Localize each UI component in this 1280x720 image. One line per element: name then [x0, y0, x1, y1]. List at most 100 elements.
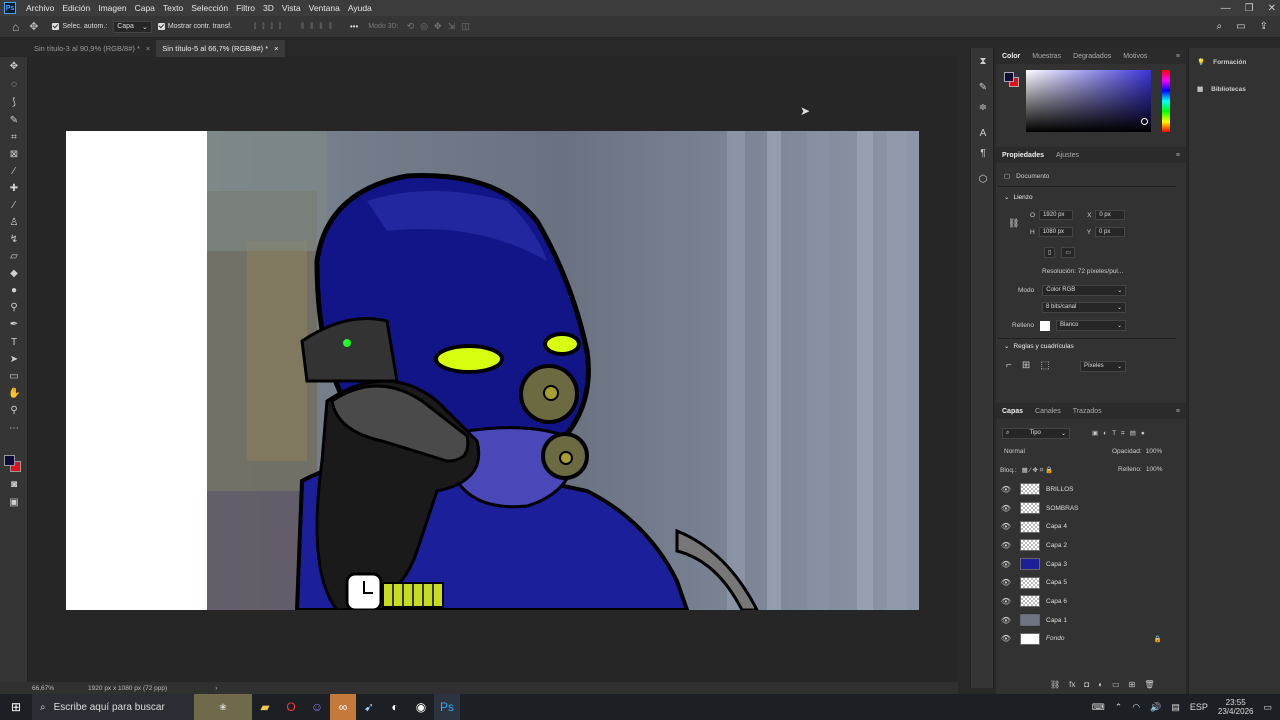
- eye-icon[interactable]: 👁: [996, 616, 1016, 625]
- volume-icon[interactable]: 🔊: [1150, 702, 1161, 713]
- eye-icon[interactable]: 👁: [996, 522, 1016, 531]
- lock-icons[interactable]: ▦ ∕ ✥ ⌗ 🔒: [1022, 466, 1054, 475]
- 3d-icon[interactable]: ⬡: [977, 174, 989, 186]
- paragraph-icon[interactable]: ¶: [977, 148, 989, 160]
- character-icon[interactable]: A: [977, 128, 989, 140]
- menu-ventana[interactable]: Ventana: [305, 3, 344, 13]
- browser-icon[interactable]: ◉: [408, 694, 434, 720]
- lasso-icon[interactable]: ◌: [8, 79, 20, 91]
- photoshop-taskbar-icon[interactable]: Ps: [434, 694, 460, 720]
- group-icon[interactable]: ▭: [1112, 680, 1120, 689]
- workspace-icon[interactable]: ▭: [1236, 21, 1245, 32]
- tab-degradados[interactable]: Degradados: [1067, 53, 1117, 60]
- layer-row[interactable]: 👁 Capa 6: [996, 592, 1176, 611]
- menu-capa[interactable]: Capa: [131, 3, 159, 13]
- show-transform-checkbox[interactable]: [157, 23, 165, 30]
- y-input[interactable]: 0 px: [1095, 227, 1126, 237]
- close-tab-icon[interactable]: ×: [274, 44, 278, 53]
- discord-icon[interactable]: ☺: [304, 694, 330, 720]
- link-layers-icon[interactable]: ⛓: [1050, 680, 1060, 689]
- menu-3d[interactable]: 3D: [259, 3, 278, 13]
- frame-icon[interactable]: ⊠: [8, 149, 20, 161]
- windows-start-icon[interactable]: ⊞: [0, 694, 32, 720]
- move-icon[interactable]: ✥: [8, 61, 20, 73]
- network-icon[interactable]: ▤: [1171, 702, 1180, 713]
- eraser-icon[interactable]: ▱: [8, 251, 20, 263]
- menu-filtro[interactable]: Filtro: [232, 3, 259, 13]
- mode-dropdown[interactable]: Color RGB ⌄: [1042, 285, 1127, 296]
- foreground-color-swatch[interactable]: [4, 455, 15, 466]
- move-tool-icon[interactable]: ✥: [29, 20, 38, 33]
- tab-muestras[interactable]: Muestras: [1026, 53, 1067, 60]
- layer-row[interactable]: 👁 Capa 2: [996, 536, 1176, 555]
- panel-menu-icon[interactable]: ≡: [1170, 152, 1186, 159]
- trash-icon[interactable]: 🗑: [1144, 680, 1154, 689]
- adjustments-icon[interactable]: ≑: [977, 102, 989, 114]
- mask-icon[interactable]: ◘: [1084, 680, 1089, 689]
- layer-filter-icons[interactable]: ▣◐T⌗▤●: [1092, 429, 1150, 438]
- tab-color[interactable]: Color: [996, 53, 1026, 60]
- adjustment-layer-icon[interactable]: ◐: [1098, 680, 1103, 689]
- canvas-artwork[interactable]: [207, 131, 919, 610]
- layer-select-dropdown[interactable]: Capa ⌄: [113, 20, 152, 33]
- hand-icon[interactable]: ✋: [8, 388, 20, 400]
- auto-select-checkbox[interactable]: [52, 23, 60, 30]
- tab-motivos[interactable]: Motivos: [1117, 53, 1153, 60]
- panel-menu-icon[interactable]: ≡: [1170, 408, 1186, 415]
- bibliotecas-item[interactable]: ▦ Bibliotecas: [1197, 85, 1246, 94]
- share-icon[interactable]: ⇪: [1260, 21, 1268, 32]
- history-icon[interactable]: ⧗: [977, 56, 989, 68]
- tray-chevron-icon[interactable]: ⌃: [1115, 702, 1123, 713]
- epic-icon[interactable]: ◐: [382, 694, 408, 720]
- more-tools-icon[interactable]: ⋯: [8, 423, 20, 435]
- units-dropdown[interactable]: Píxeles ⌄: [1080, 361, 1126, 372]
- dodge-icon[interactable]: ⚲: [8, 302, 20, 314]
- height-input[interactable]: 1080 px: [1038, 227, 1073, 237]
- eyedropper-icon[interactable]: ⁄: [8, 166, 20, 178]
- layer-row[interactable]: 👁 BRILLOS: [996, 480, 1176, 499]
- fill-dropdown[interactable]: Blanco ⌄: [1056, 320, 1127, 331]
- keyboard-icon[interactable]: ⌨: [1092, 702, 1105, 713]
- guides-icon[interactable]: ⬚: [1040, 360, 1049, 371]
- width-input[interactable]: 1920 px: [1039, 210, 1074, 220]
- menu-seleccion[interactable]: Selección: [187, 3, 232, 13]
- close-tab-icon[interactable]: ×: [146, 44, 150, 53]
- layer-row[interactable]: 👁 Capa 4: [996, 517, 1176, 536]
- layer-row[interactable]: 👁 Capa 1: [996, 611, 1176, 630]
- taskbar-search[interactable]: ⌕ Escribe aquí para buscar: [32, 694, 194, 720]
- color-picker-handle[interactable]: [1141, 118, 1148, 125]
- layer-row[interactable]: 👁 Capa 3: [996, 555, 1176, 574]
- tab-propiedades[interactable]: Propiedades: [996, 152, 1050, 159]
- fx-icon[interactable]: fx: [1069, 680, 1075, 689]
- rectangle-icon[interactable]: ▭: [8, 371, 20, 383]
- app-icon[interactable]: ∞: [330, 694, 356, 720]
- blend-mode-dropdown[interactable]: Normal: [1004, 448, 1025, 455]
- new-layer-icon[interactable]: ⊞: [1129, 680, 1136, 689]
- type-icon[interactable]: T: [8, 337, 20, 349]
- menu-edicion[interactable]: Edición: [58, 3, 94, 13]
- quick-select-icon[interactable]: ✎: [8, 115, 20, 127]
- ruler-icon[interactable]: ⌐: [1006, 360, 1012, 371]
- blur-icon[interactable]: ●: [8, 285, 20, 297]
- zoom-level[interactable]: 66,67%: [32, 685, 54, 692]
- eye-icon[interactable]: 👁: [996, 578, 1016, 587]
- brush-icon[interactable]: ∕: [8, 200, 20, 212]
- link-icon[interactable]: ⛓: [1008, 218, 1019, 229]
- panel-menu-icon[interactable]: ≡: [1170, 53, 1186, 60]
- canvas-blank-area[interactable]: [66, 131, 208, 610]
- eye-icon[interactable]: 👁: [996, 634, 1016, 643]
- tab-trazados[interactable]: Trazados: [1067, 408, 1108, 415]
- opacity-input[interactable]: 100%: [1146, 448, 1163, 455]
- tab-ajustes[interactable]: Ajustes: [1050, 152, 1085, 159]
- tab-canales[interactable]: Canales: [1029, 408, 1067, 415]
- fill-input[interactable]: 100%: [1146, 466, 1163, 473]
- menu-texto[interactable]: Texto: [159, 3, 187, 13]
- landscape-icon[interactable]: ▭: [1061, 247, 1075, 258]
- language-indicator[interactable]: ESP: [1190, 702, 1208, 712]
- path-select-icon[interactable]: ➤: [8, 354, 20, 366]
- screen-mode-icon[interactable]: ▣: [8, 497, 20, 509]
- menu-vista[interactable]: Vista: [278, 3, 305, 13]
- eye-icon[interactable]: 👁: [996, 504, 1016, 513]
- eye-icon[interactable]: 👁: [996, 560, 1016, 569]
- restore-icon[interactable]: ❐: [1245, 3, 1254, 14]
